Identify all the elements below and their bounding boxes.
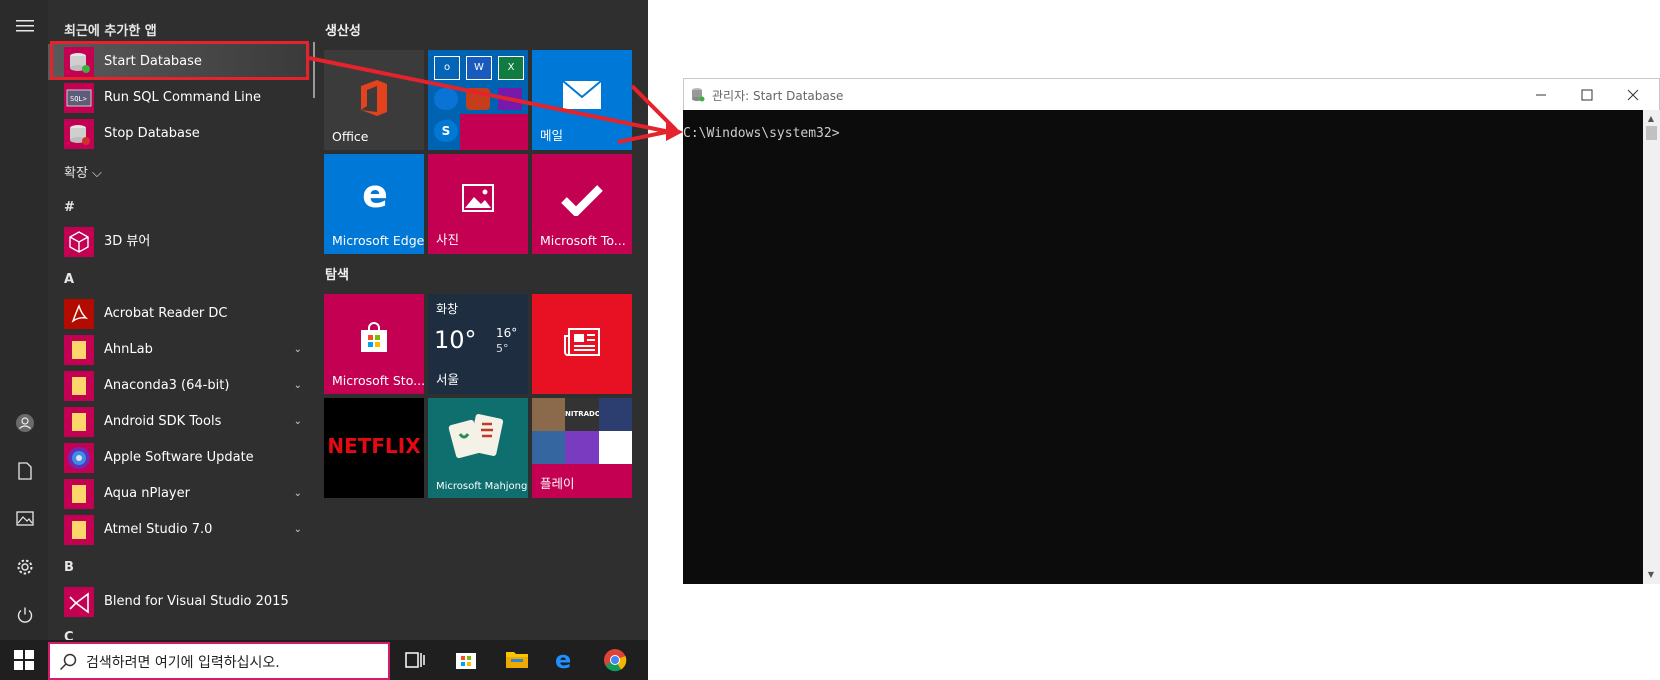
arrow-line [308, 56, 671, 134]
annotation-arrows [308, 56, 683, 144]
arrow-line [630, 84, 678, 132]
